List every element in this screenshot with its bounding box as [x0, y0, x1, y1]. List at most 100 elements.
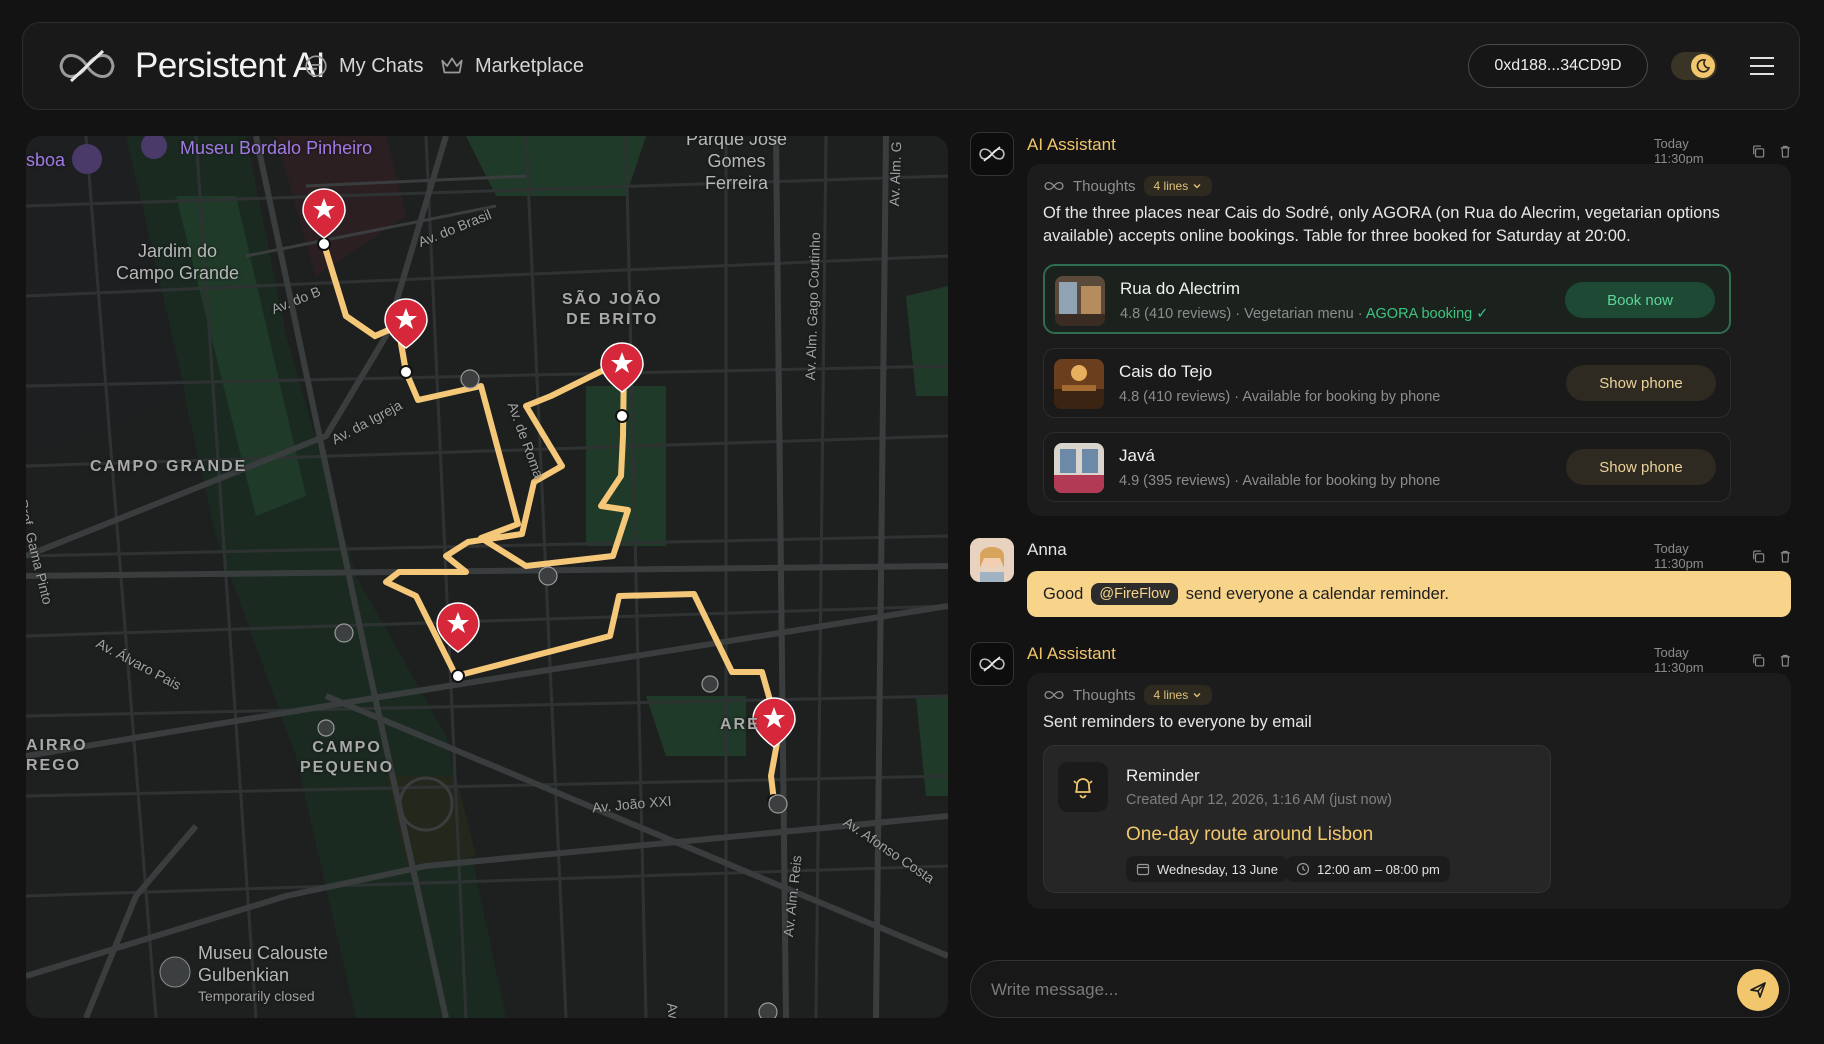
map-label-parque: Parque José Gomes Ferreira [686, 136, 788, 193]
thoughts-lines-chip[interactable]: 4 lines [1143, 176, 1213, 196]
message-input[interactable] [991, 975, 1671, 1005]
infinity-logo-icon [1044, 181, 1064, 191]
show-phone-button[interactable]: Show phone [1566, 449, 1716, 485]
place-rating: 4.8 (410 reviews) [1119, 389, 1231, 405]
reminder-time-chip: 12:00 am – 08:00 pm [1286, 856, 1450, 882]
crown-icon [441, 57, 463, 74]
chevron-down-icon [1193, 184, 1201, 189]
assistant-message-bubble: Thoughts 4 lines Sent reminders to every… [1027, 673, 1791, 909]
map-label-areeiro: ARE [720, 716, 760, 733]
map-label-bairro: AIRRO REGO [26, 737, 88, 774]
map-label-museu-gulbenkian: Museu Calouste Gulbenkian [198, 943, 329, 985]
message-text: Of the three places near Cais do Sodré, … [1043, 204, 1720, 245]
booking-status: AGORA booking ✓ [1365, 306, 1489, 322]
hamburger-menu-icon[interactable] [1747, 53, 1777, 79]
assistant-message-bubble: Thoughts 4 lines Of the three places nea… [1027, 164, 1791, 516]
thoughts-toggle[interactable]: Thoughts 4 lines [1043, 176, 1213, 196]
place-thumbnail [1054, 443, 1104, 493]
message-text: Sent reminders to everyone by email [1043, 713, 1312, 731]
trash-icon[interactable] [1778, 549, 1793, 564]
copy-icon[interactable] [1751, 653, 1766, 668]
infinity-logo-icon [979, 656, 1005, 672]
clock-icon [1296, 862, 1310, 876]
thoughts-lines-chip[interactable]: 4 lines [1143, 685, 1213, 705]
map-label-campo-grande: CAMPO GRANDE [90, 458, 248, 475]
place-detail: Vegetarian menu [1244, 306, 1354, 322]
copy-icon[interactable] [1751, 144, 1766, 159]
send-button[interactable] [1737, 969, 1779, 1011]
infinity-logo-icon [59, 49, 115, 83]
trash-icon[interactable] [1778, 144, 1793, 159]
ai-avatar [970, 132, 1014, 176]
message-text-after: send everyone a calendar reminder. [1185, 584, 1449, 603]
message-meta: Today 11:30pm [1654, 136, 1792, 166]
chat-panel: AI Assistant Today 11:30pm Thoughts 4 li… [968, 126, 1792, 1018]
reminder-created: Created Apr 12, 2026, 1:16 AM (just now) [1126, 792, 1392, 808]
reminder-date-chip: Wednesday, 13 June [1126, 856, 1288, 882]
street-av-alm-top: Av. Alm. G [886, 141, 905, 207]
message-text-before: Good [1043, 584, 1084, 603]
show-phone-button[interactable]: Show phone [1566, 365, 1716, 401]
route-stop-dot[interactable] [317, 237, 331, 251]
infinity-logo-icon [1044, 690, 1064, 700]
message-author: AI Assistant [1027, 135, 1116, 154]
place-name: Javá [1119, 446, 1155, 465]
place-name: Rua do Alectrim [1120, 279, 1240, 298]
thoughts-lines-label: 4 lines [1153, 688, 1189, 702]
copy-icon[interactable] [1751, 549, 1766, 564]
place-detail: Available for booking by phone [1242, 389, 1441, 405]
nav-marketplace[interactable]: Marketplace [439, 53, 584, 79]
route-map[interactable]: Museu Bordalo Pinheiro Jardim do Campo G… [26, 136, 948, 1018]
route-stop-dot[interactable] [615, 409, 629, 423]
nav-label: My Chats [339, 54, 424, 77]
place-thumbnail [1054, 359, 1104, 409]
message-time: Today 11:30pm [1654, 645, 1704, 675]
mention-chip[interactable]: @FireFlow [1091, 583, 1178, 605]
thoughts-lines-label: 4 lines [1153, 179, 1189, 193]
map-label-lisboa: sboa [26, 150, 66, 170]
message-time: Today 11:30pm [1654, 541, 1704, 571]
thoughts-label: Thoughts [1073, 686, 1136, 704]
thoughts-label: Thoughts [1073, 177, 1136, 195]
place-detail: Available for booking by phone [1242, 473, 1441, 489]
map-label-sao-joao: SÃO JOÃO DE BRITO [562, 291, 663, 328]
place-name: Cais do Tejo [1119, 362, 1213, 381]
message-time: Today 11:30pm [1654, 136, 1704, 166]
place-meta: 4.8 (410 reviews) · Vegetarian menu · AG… [1120, 306, 1489, 322]
place-meta: 4.9 (395 reviews) · Available for bookin… [1119, 473, 1441, 489]
place-rating: 4.9 (395 reviews) [1119, 473, 1231, 489]
route-stop-dot[interactable] [399, 365, 413, 379]
chevron-down-icon [1193, 693, 1201, 698]
reminder-title: Reminder [1126, 766, 1200, 785]
nav-label: Marketplace [475, 54, 584, 77]
theme-toggle[interactable] [1671, 52, 1717, 80]
infinity-logo-icon [979, 146, 1005, 162]
brand[interactable]: Persistent AI [53, 43, 325, 89]
message-meta: Today 11:30pm [1654, 645, 1792, 675]
place-card[interactable]: Javá 4.9 (395 reviews) · Available for b… [1043, 432, 1731, 502]
place-rating: 4.8 (410 reviews) [1120, 306, 1232, 322]
route-stop-dot[interactable] [451, 669, 465, 683]
place-card[interactable]: Rua do Alectrim 4.8 (410 reviews) · Vege… [1043, 264, 1731, 334]
book-now-button[interactable]: Book now [1565, 282, 1715, 318]
map-label-jardim: Jardim do Campo Grande [116, 241, 240, 283]
calendar-icon [1136, 863, 1150, 876]
reminder-event-title: One-day route around Lisbon [1126, 824, 1374, 845]
reminder-card[interactable]: Reminder Created Apr 12, 2026, 1:16 AM (… [1043, 745, 1551, 893]
reminder-date: Wednesday, 13 June [1157, 861, 1278, 877]
message-meta: Today 11:30pm [1654, 541, 1792, 571]
wallet-address-button[interactable]: 0xd188...34CD9D [1468, 44, 1648, 88]
place-meta: 4.8 (410 reviews) · Available for bookin… [1119, 389, 1441, 405]
thoughts-toggle[interactable]: Thoughts 4 lines [1043, 685, 1213, 705]
top-bar: Persistent AI My Chats Marketplace 0xd18… [22, 22, 1800, 110]
message-composer[interactable] [970, 960, 1790, 1018]
bell-icon [1058, 762, 1108, 812]
send-icon [1750, 982, 1766, 998]
reminder-time: 12:00 am – 08:00 pm [1317, 861, 1440, 877]
user-message-bubble: Good @FireFlow send everyone a calendar … [1027, 571, 1791, 617]
user-avatar [970, 538, 1014, 582]
moon-icon [1691, 54, 1715, 78]
place-card[interactable]: Cais do Tejo 4.8 (410 reviews) · Availab… [1043, 348, 1731, 418]
nav-my-chats[interactable]: My Chats [303, 53, 423, 79]
trash-icon[interactable] [1778, 653, 1793, 668]
